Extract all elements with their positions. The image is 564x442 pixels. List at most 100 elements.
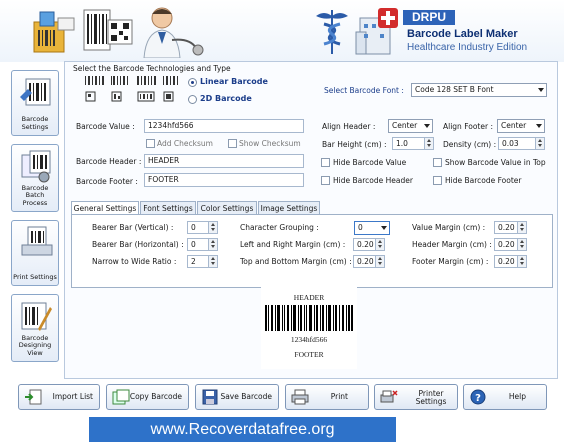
barcode-header-label: Barcode Header : (76, 157, 142, 166)
density-label: Density (cm) : (443, 140, 497, 149)
bar-height-value: 1.0 (396, 139, 408, 148)
hide-header-checkbox[interactable] (321, 176, 330, 185)
value-margin-stepper[interactable]: 0.20 (494, 221, 527, 234)
general-settings-panel: Bearer Bar (Vertical) : 0 Bearer Bar (Ho… (71, 214, 553, 288)
spin-arrows-icon[interactable] (517, 239, 526, 250)
spin-arrows-icon[interactable] (424, 138, 433, 149)
align-header-label: Align Header : (322, 122, 376, 131)
spin-arrows-icon[interactable] (535, 138, 544, 149)
website-banner: www.Recoverdatafree.org (89, 417, 396, 442)
barcode-type-thumbnails[interactable] (85, 76, 181, 104)
caduceus-icon (316, 10, 348, 54)
tb-margin-value: 0.20 (357, 257, 374, 266)
barcode-header-input[interactable]: HEADER (144, 154, 304, 168)
spin-arrows-icon[interactable] (375, 239, 384, 250)
bearer-horizontal-value: 0 (191, 240, 196, 249)
chevron-down-icon (536, 124, 542, 128)
show-value-top-checkbox[interactable] (433, 158, 442, 167)
sidebar-item-barcode-settings[interactable]: Barcode Settings (11, 70, 59, 136)
add-checksum-checkbox[interactable] (146, 139, 155, 148)
copy-barcode-button[interactable]: Copy Barcode (106, 384, 189, 410)
2d-barcode-radio[interactable] (188, 95, 197, 104)
lr-margin-stepper[interactable]: 0.20 (353, 238, 385, 251)
lr-margin-value: 0.20 (357, 240, 374, 249)
linear-barcode-radio[interactable] (188, 78, 197, 87)
spin-arrows-icon[interactable] (208, 239, 217, 250)
save-barcode-button[interactable]: Save Barcode (195, 384, 279, 410)
spin-arrows-icon[interactable] (517, 222, 526, 233)
doctor-icon (143, 7, 204, 58)
chevron-down-icon (538, 88, 544, 92)
header-margin-label: Header Margin (cm) : (412, 240, 492, 249)
value-margin-value: 0.20 (498, 223, 515, 232)
hide-value-label: Hide Barcode Value (333, 158, 407, 167)
add-checksum-label: Add Checksum (157, 139, 213, 148)
hide-value-checkbox[interactable] (321, 158, 330, 167)
ratio-value: 2 (191, 257, 196, 266)
copy-barcode-label: Copy Barcode (129, 392, 182, 401)
barcode-box-icon (33, 11, 75, 53)
technology-heading: Select the Barcode Technologies and Type (73, 64, 231, 73)
char-grouping-select[interactable]: 0 (354, 221, 390, 235)
designing-view-icon (21, 302, 52, 331)
chevron-down-icon (424, 124, 430, 128)
value-margin-label: Value Margin (cm) : (412, 223, 486, 232)
tb-margin-stepper[interactable]: 0.20 (353, 255, 385, 268)
2d-barcode-label: 2D Barcode (200, 94, 252, 103)
density-stepper[interactable]: 0.03 (498, 137, 545, 150)
help-button[interactable]: ? Help (463, 384, 547, 410)
ratio-stepper[interactable]: 2 (187, 255, 218, 268)
help-label: Help (508, 392, 526, 401)
barcode-settings-icon (20, 78, 51, 106)
align-header-select[interactable]: Center (388, 119, 433, 133)
tab-image-settings[interactable]: Image Settings (258, 201, 320, 215)
bar-height-stepper[interactable]: 1.0 (392, 137, 434, 150)
bearer-horizontal-stepper[interactable]: 0 (187, 238, 218, 251)
header-margin-value: 0.20 (498, 240, 515, 249)
density-value: 0.03 (502, 139, 519, 148)
spin-arrows-icon[interactable] (517, 256, 526, 267)
spin-arrows-icon[interactable] (375, 256, 384, 267)
preview-barcode-bars (265, 305, 353, 331)
chevron-down-icon (381, 226, 387, 230)
barcode-footer-input[interactable]: FOOTER (144, 173, 304, 187)
printer-icon (291, 389, 309, 405)
save-icon (202, 389, 218, 405)
import-list-button[interactable]: Import List (18, 384, 100, 410)
sidebar-item-label: Barcode Designing View (18, 333, 52, 357)
hide-header-label: Hide Barcode Header (333, 176, 413, 185)
printer-settings-button[interactable]: Printer Settings (374, 384, 458, 410)
ratio-label: Narrow to Wide Ratio : (92, 257, 177, 266)
help-icon: ? (470, 389, 486, 405)
barcode-font-select[interactable]: Code 128 SET B Font (411, 83, 547, 97)
bar-height-label: Bar Height (cm) : (322, 140, 387, 149)
barcode-font-value: Code 128 SET B Font (415, 85, 494, 94)
bearer-vertical-stepper[interactable]: 0 (187, 221, 218, 234)
align-header-value: Center (392, 121, 418, 130)
header-margin-stepper[interactable]: 0.20 (494, 238, 527, 251)
char-grouping-label: Character Grouping : (240, 223, 319, 232)
show-checksum-checkbox[interactable] (228, 139, 237, 148)
bearer-vertical-value: 0 (191, 223, 196, 232)
copy-barcode-icon (112, 389, 130, 405)
barcode-value-label: Barcode Value : (76, 122, 135, 131)
print-button[interactable]: Print (285, 384, 369, 410)
tab-color-settings[interactable]: Color Settings (197, 201, 257, 215)
sidebar-item-batch-process[interactable]: Barcode Batch Process (11, 144, 59, 212)
sidebar-item-designing-view[interactable]: Barcode Designing View (11, 294, 59, 362)
barcode-cards-icon (83, 9, 133, 51)
bottom-toolbar: Import List Copy Barcode Save Barcode Pr… (0, 380, 564, 416)
spin-arrows-icon[interactable] (208, 256, 217, 267)
spin-arrows-icon[interactable] (208, 222, 217, 233)
footer-margin-stepper[interactable]: 0.20 (494, 255, 527, 268)
tab-font-settings[interactable]: Font Settings (140, 201, 196, 215)
printer-settings-label: Printer Settings (415, 389, 447, 406)
align-footer-select[interactable]: Center (497, 119, 545, 133)
barcode-value-input[interactable]: 1234hfd566 (144, 119, 304, 133)
sidebar-item-print-settings[interactable]: Print Settings (11, 220, 59, 286)
linear-barcode-label: Linear Barcode (200, 77, 268, 86)
bearer-vertical-label: Bearer Bar (Vertical) : (92, 223, 174, 232)
hide-footer-label: Hide Barcode Footer (445, 176, 522, 185)
import-list-label: Import List (52, 392, 93, 401)
hide-footer-checkbox[interactable] (433, 176, 442, 185)
